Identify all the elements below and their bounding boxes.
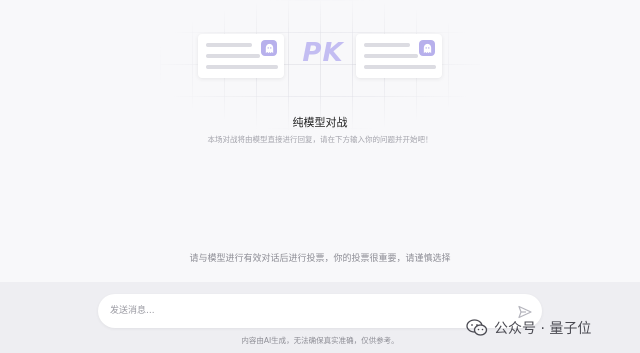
watermark: 公众号 · 量子位 — [466, 317, 591, 339]
placeholder-line — [206, 54, 260, 58]
battle-stage: PK 纯模型对战 本场对战将由模型直接进行回复，请在下方输入你的问题并开始吧！ … — [0, 0, 640, 282]
placeholder-line — [206, 65, 278, 69]
pk-logo: PK — [302, 38, 344, 68]
model-a-card — [198, 34, 284, 78]
message-input[interactable] — [110, 302, 500, 320]
send-icon[interactable] — [518, 304, 532, 319]
ghost-avatar-icon — [261, 40, 277, 56]
ghost-avatar-icon — [419, 40, 435, 56]
placeholder-line — [206, 43, 252, 47]
watermark-text: 公众号 · 量子位 — [494, 321, 592, 337]
voting-hint: 请与模型进行有效对话后进行投票，你的投票很重要，请谨慎选择 — [189, 254, 451, 264]
page-title: 纯模型对战 — [292, 116, 348, 129]
placeholder-line — [364, 65, 436, 69]
model-b-card — [356, 34, 442, 78]
placeholder-line — [364, 54, 418, 58]
wechat-icon — [466, 319, 488, 336]
placeholder-line — [364, 43, 410, 47]
page-subtitle: 本场对战将由模型直接进行回复，请在下方输入你的问题并开始吧！ — [207, 135, 433, 144]
